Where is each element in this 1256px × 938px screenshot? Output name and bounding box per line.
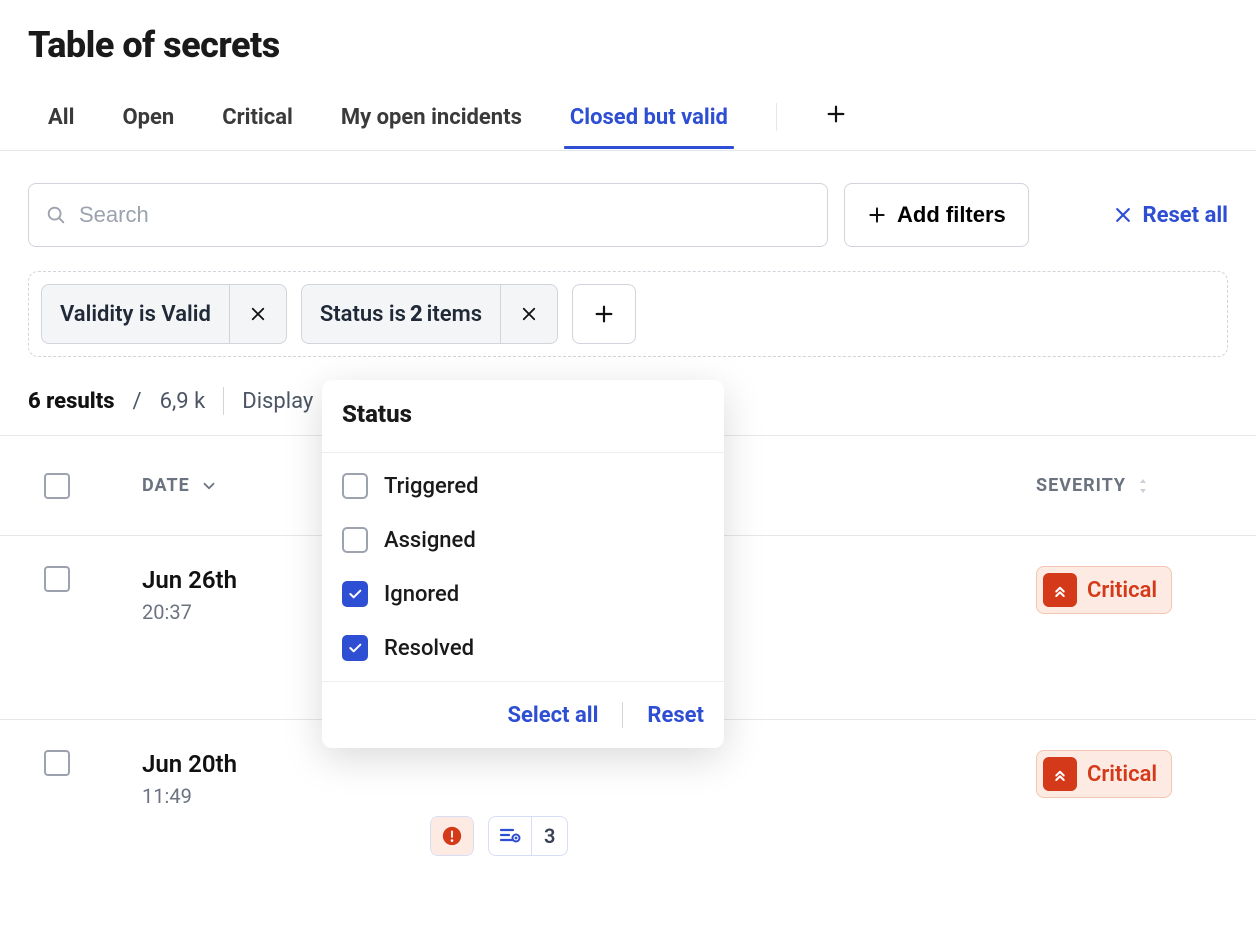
status-option-label: Resolved	[384, 636, 474, 661]
page-title: Table of secrets	[0, 0, 1256, 66]
alert-icon	[431, 817, 473, 855]
status-option-assigned[interactable]: Assigned	[342, 527, 704, 553]
filter-chip-validity[interactable]: Validity is Valid	[41, 284, 287, 344]
plus-icon	[825, 103, 847, 125]
checkbox[interactable]	[342, 473, 368, 499]
status-option-resolved[interactable]: Resolved	[342, 635, 704, 661]
tab-critical[interactable]: Critical	[222, 105, 293, 148]
row-view-count: 3	[531, 817, 567, 855]
divider	[223, 387, 224, 415]
filter-chip-status-prefix: Status is	[320, 302, 406, 327]
row-checkbox[interactable]	[44, 566, 70, 592]
status-option-label: Assigned	[384, 528, 476, 553]
filter-chip-status-suffix: items	[427, 302, 482, 327]
tabs: All Open Critical My open incidents Clos…	[0, 66, 1256, 151]
search-input[interactable]	[79, 202, 811, 228]
tab-divider	[776, 103, 777, 131]
checkbox[interactable]	[342, 527, 368, 553]
plus-icon	[867, 205, 887, 225]
tab-closed-but-valid[interactable]: Closed but valid	[570, 105, 728, 148]
row-date: Jun 20th	[142, 750, 430, 778]
add-filters-label: Add filters	[897, 202, 1006, 228]
severity-critical-icon	[1043, 573, 1077, 607]
reset-button[interactable]: Reset	[647, 703, 704, 728]
reset-all-label: Reset all	[1143, 203, 1229, 228]
divider	[622, 702, 623, 728]
filter-chip-group: Validity is Valid Status is 2 items	[28, 271, 1228, 357]
status-filter-popover: Status Triggered Assigned Ignored Reso	[322, 380, 724, 748]
filter-chip-status[interactable]: Status is 2 items	[301, 284, 558, 344]
select-all-button[interactable]: Select all	[507, 703, 598, 728]
column-date-label: DATE	[142, 475, 190, 496]
checkbox-checked[interactable]	[342, 635, 368, 661]
severity-badge: Critical	[1036, 750, 1172, 798]
column-severity-label: SEVERITY	[1036, 475, 1126, 496]
add-filters-button[interactable]: Add filters	[844, 183, 1029, 247]
status-option-label: Triggered	[384, 474, 479, 499]
filter-chip-status-remove[interactable]	[501, 285, 557, 343]
row-time: 11:49	[142, 784, 430, 808]
filter-chip-validity-remove[interactable]	[230, 285, 286, 343]
row-checkbox[interactable]	[44, 750, 70, 776]
display-label: Display	[242, 389, 313, 414]
results-total: 6,9 k	[160, 389, 206, 414]
reset-all-button[interactable]: Reset all	[1113, 203, 1229, 228]
select-all-checkbox[interactable]	[44, 473, 70, 499]
search-field[interactable]	[28, 183, 828, 247]
severity-critical-icon	[1043, 757, 1077, 791]
status-option-triggered[interactable]: Triggered	[342, 473, 704, 499]
row-alert-badge	[430, 816, 474, 856]
search-icon	[45, 204, 67, 226]
column-severity[interactable]: SEVERITY	[1036, 475, 1256, 496]
sort-icon	[1136, 477, 1150, 495]
tab-my-open-incidents[interactable]: My open incidents	[341, 105, 522, 148]
popover-title: Status	[322, 380, 724, 453]
results-separator: /	[133, 389, 142, 414]
plus-icon	[593, 303, 615, 325]
add-filter-chip-button[interactable]	[572, 284, 636, 344]
tab-all[interactable]: All	[48, 105, 74, 148]
tab-open[interactable]: Open	[122, 105, 174, 148]
status-option-label: Ignored	[384, 582, 459, 607]
severity-label: Critical	[1087, 578, 1157, 603]
row-view-count-badge: 3	[488, 816, 568, 856]
add-tab-button[interactable]	[825, 102, 847, 150]
severity-label: Critical	[1087, 762, 1157, 787]
close-icon	[1113, 205, 1133, 225]
filter-chip-status-label: Status is 2 items	[302, 285, 501, 343]
severity-badge: Critical	[1036, 566, 1172, 614]
checkbox-checked[interactable]	[342, 581, 368, 607]
chevron-down-icon	[200, 477, 218, 495]
status-option-ignored[interactable]: Ignored	[342, 581, 704, 607]
filter-chip-validity-label: Validity is Valid	[42, 285, 230, 343]
results-count: 6 results	[28, 389, 115, 414]
close-icon	[249, 305, 267, 323]
filter-chip-status-count: 2	[410, 302, 423, 327]
close-icon	[520, 305, 538, 323]
eye-icon	[489, 817, 531, 855]
